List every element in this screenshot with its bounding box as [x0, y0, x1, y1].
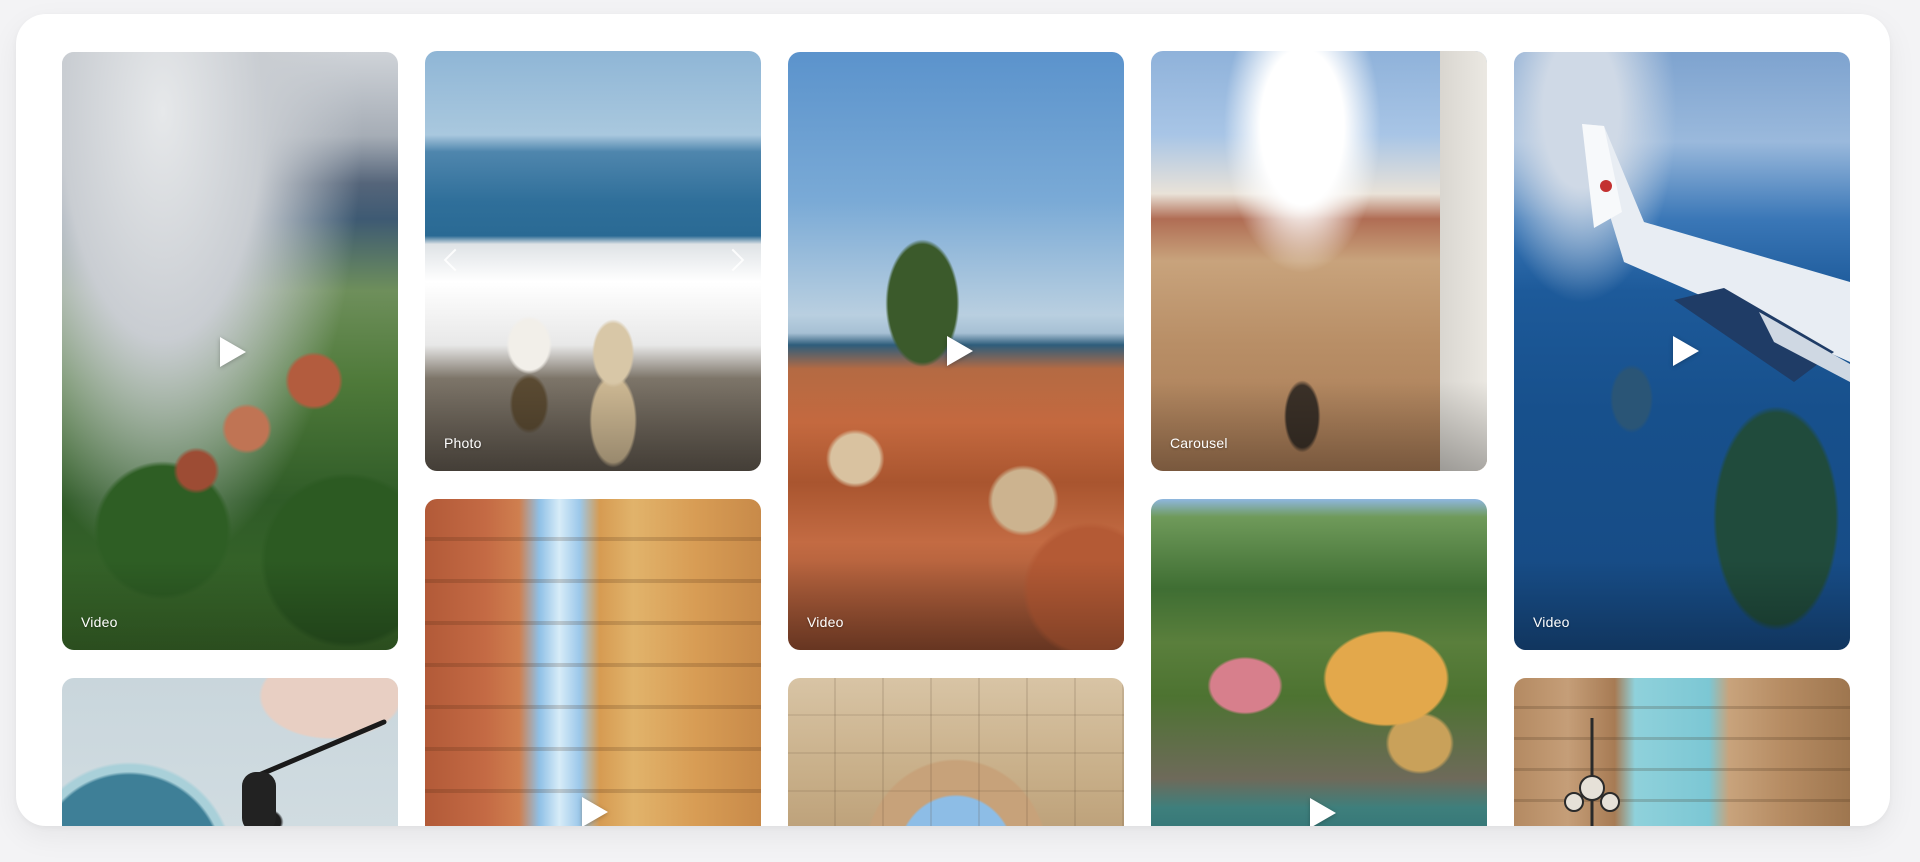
media-tile-video-lake[interactable]: Video: [62, 52, 398, 650]
media-tile-pasta[interactable]: [62, 678, 398, 826]
tile-type-label: Photo: [444, 435, 482, 451]
sunglasses: [242, 719, 387, 826]
media-tile-video-oldtown[interactable]: Video: [788, 52, 1124, 650]
play-icon[interactable]: [582, 797, 608, 826]
media-tile-carousel-houses[interactable]: Carousel: [1151, 51, 1487, 471]
gallery-panel: Video Photo Video Carousel Video: [16, 14, 1890, 826]
media-tile-video-wing[interactable]: Video: [1514, 52, 1850, 650]
media-grid: Video Photo Video Carousel Video: [16, 14, 1890, 826]
tile-type-label: Video: [807, 614, 844, 630]
street-lamp: [1564, 718, 1620, 826]
tile-type-label: Carousel: [1170, 435, 1228, 451]
media-tile-arch[interactable]: [788, 678, 1124, 826]
tile-type-label: Video: [81, 614, 118, 630]
play-icon[interactable]: [1310, 798, 1336, 826]
media-tile-lamps[interactable]: [1514, 678, 1850, 826]
tile-type-label: Video: [1533, 614, 1570, 630]
play-icon[interactable]: [947, 336, 973, 366]
play-icon[interactable]: [1673, 336, 1699, 366]
play-icon[interactable]: [220, 337, 246, 367]
media-tile-video-street[interactable]: [425, 499, 761, 826]
media-tile-video-coast[interactable]: [1151, 499, 1487, 826]
media-tile-photo-couple[interactable]: Photo: [425, 51, 761, 471]
